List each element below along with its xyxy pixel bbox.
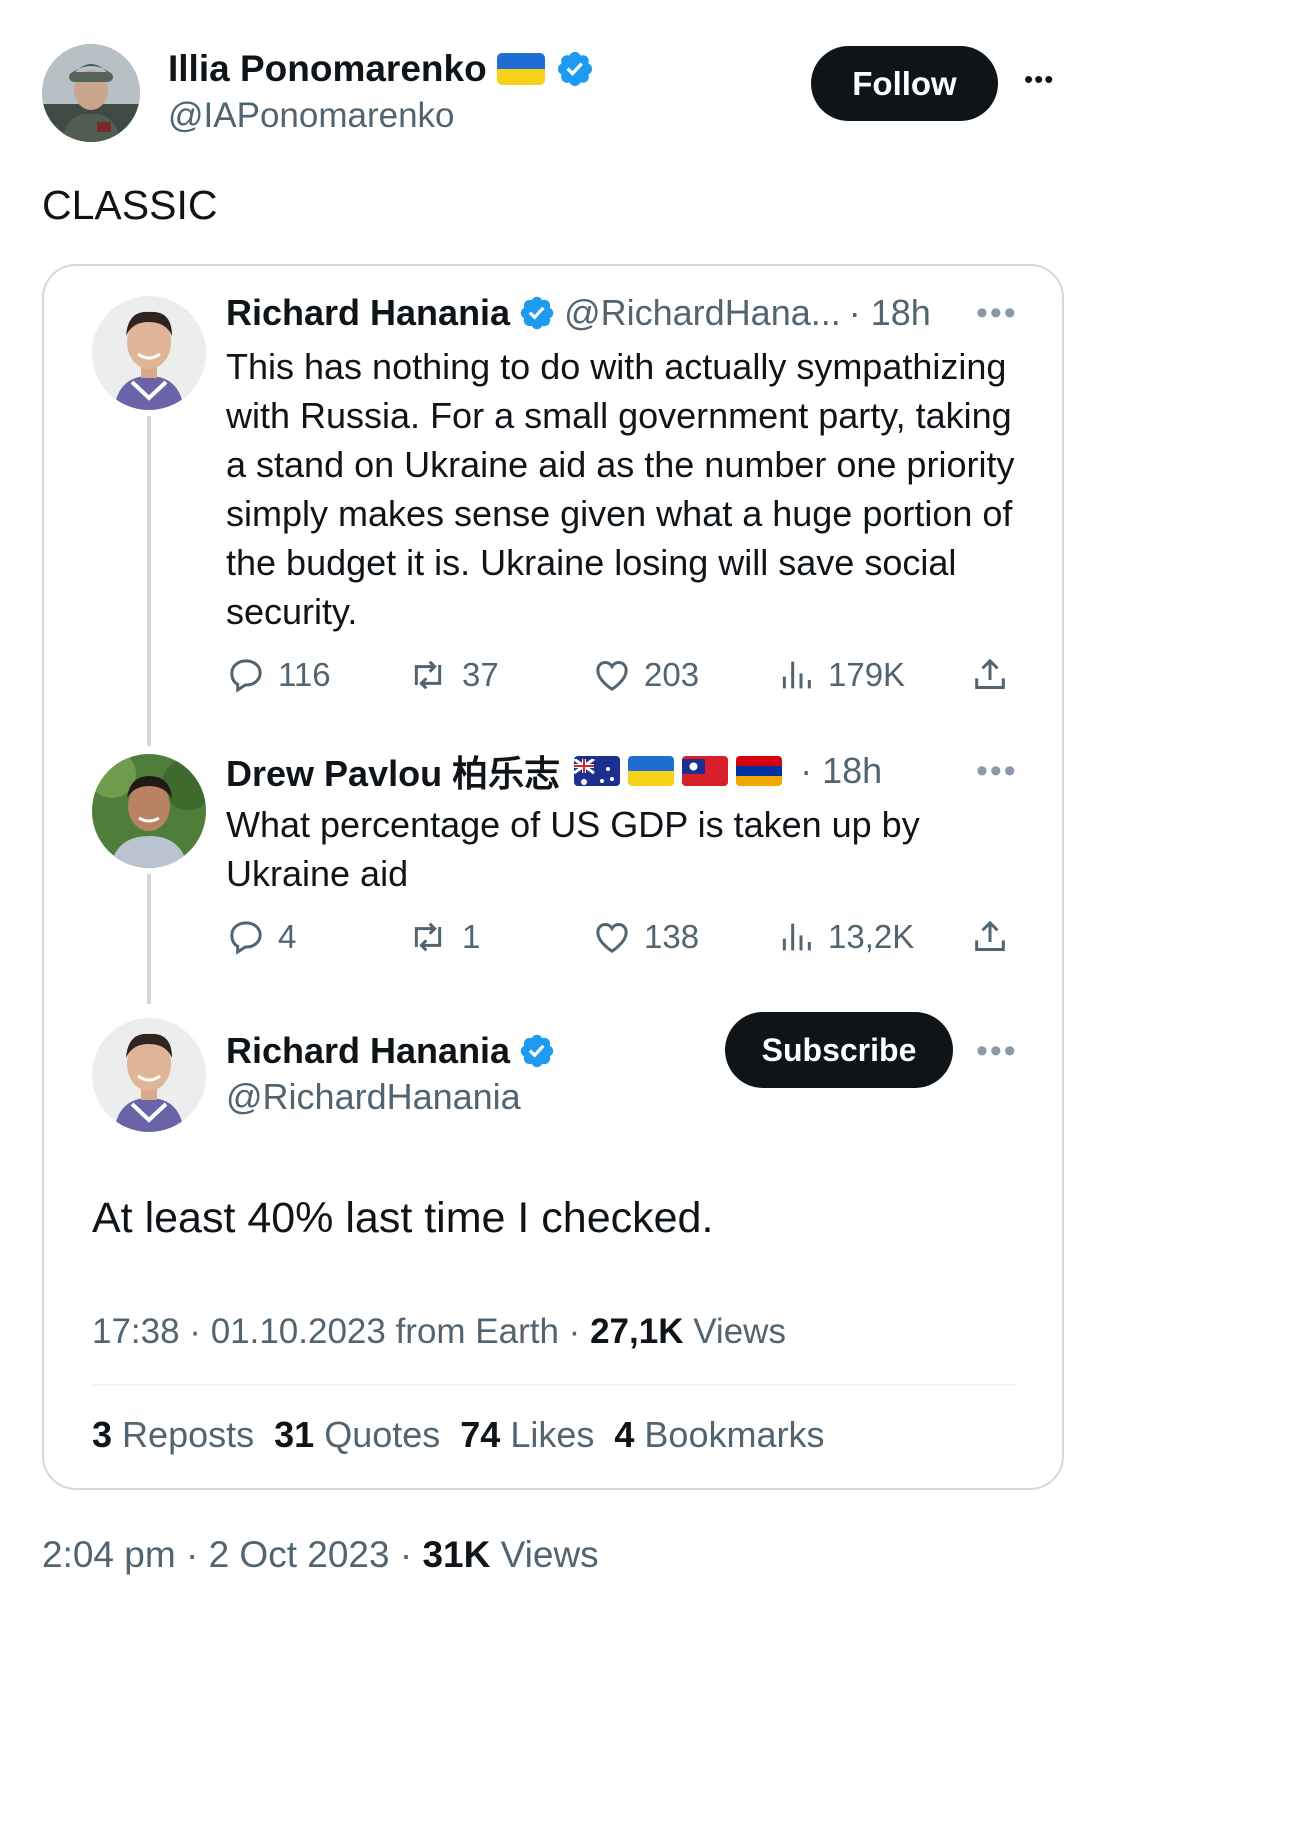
likes-label: Likes (510, 1414, 595, 1455)
thread-line (147, 874, 151, 1004)
reply-icon (230, 921, 262, 955)
verified-badge-icon (557, 51, 592, 87)
t2-actions: 4 1 138 13,2K (226, 912, 1016, 962)
quotes-stat[interactable]: 31 Quotes (274, 1414, 440, 1456)
ukraine-flag-icon (496, 53, 545, 85)
armenia-flag-icon (736, 756, 783, 786)
like-button[interactable]: 203 (592, 655, 699, 695)
like-count: 203 (644, 656, 700, 693)
repost-icon (414, 922, 442, 952)
t3-name[interactable]: Richard Hanania (226, 1030, 510, 1072)
pavlou-avatar[interactable] (92, 754, 206, 868)
t1-time[interactable]: · 18h (849, 292, 931, 334)
author-display-name[interactable]: Illia Ponomarenko (168, 48, 487, 90)
taiwan-flag-icon (682, 756, 729, 786)
subscribe-button[interactable]: Subscribe (725, 1012, 953, 1088)
author-name-row: Illia Ponomarenko (168, 44, 595, 94)
hanania-avatar-image (92, 1018, 206, 1132)
verified-badge-icon (520, 1034, 554, 1068)
views-count: 179K (828, 656, 906, 693)
bookmarks-stat[interactable]: 4 Bookmarks (614, 1414, 824, 1456)
t1-text: This has nothing to do with actually sym… (226, 346, 1015, 632)
repost-button[interactable]: 37 (406, 655, 499, 695)
reply-count: 4 (278, 918, 297, 955)
pavlou-avatar-image (92, 754, 206, 868)
like-icon (596, 922, 628, 953)
t3-views-label: Views (693, 1312, 786, 1351)
t3-timestamp[interactable]: 17:38 · 01.10.2023 from Earth · (92, 1312, 580, 1351)
reply-count: 116 (278, 656, 331, 693)
t3-header: Richard Hanania (226, 1028, 556, 1074)
t3-text: At least 40% last time I checked. (92, 1194, 714, 1242)
t2-time[interactable]: · 18h (800, 750, 882, 792)
hanania-avatar[interactable] (92, 296, 206, 410)
views-button[interactable]: 179K (776, 655, 905, 695)
ukraine-flag-icon (628, 756, 675, 786)
share-button[interactable] (970, 917, 1010, 957)
views-icon (782, 923, 811, 951)
repost-button[interactable]: 1 (406, 917, 480, 957)
reposts-num: 3 (92, 1414, 113, 1455)
repost-icon (414, 660, 442, 690)
thread-line (147, 416, 151, 746)
tweet-text: CLASSIC (42, 182, 218, 228)
reposts-stat[interactable]: 3 Reposts (92, 1414, 254, 1456)
flags (574, 756, 790, 786)
quotes-label: Quotes (324, 1414, 441, 1455)
share-icon (975, 920, 1005, 951)
australia-flag-icon (574, 756, 621, 786)
reply-button[interactable]: 116 (226, 655, 331, 695)
t1-actions: 116 37 203 179K (226, 650, 1016, 700)
likes-num: 74 (460, 1414, 501, 1455)
views-icon (782, 661, 811, 689)
likes-stat[interactable]: 74 Likes (460, 1414, 594, 1456)
share-icon (975, 658, 1005, 689)
like-count: 138 (644, 918, 700, 955)
bookmarks-label: Bookmarks (644, 1414, 825, 1455)
quotes-num: 31 (274, 1414, 315, 1455)
repost-count: 37 (462, 656, 499, 693)
quoted-tweet-card[interactable]: Richard Hanania @RichardHana... · 18h ••… (42, 264, 1064, 1490)
t2-text: What percentage of US GDP is taken up by… (226, 804, 920, 894)
hanania-avatar-image (92, 296, 206, 410)
tweet-timestamp[interactable]: 2:04 pm · 2 Oct 2023 · (42, 1534, 412, 1575)
t2-name[interactable]: Drew Pavlou 柏乐志 (226, 745, 560, 797)
more-icon[interactable]: ••• (976, 752, 1018, 791)
hanania-avatar[interactable] (92, 1018, 206, 1132)
repost-count: 1 (462, 918, 481, 955)
follow-button[interactable]: Follow (811, 46, 998, 121)
reply-icon (230, 659, 262, 693)
verified-badge-icon (520, 296, 554, 330)
author-avatar[interactable] (42, 44, 140, 142)
t3-views-num: 27,1K (590, 1312, 684, 1351)
tweet-views-num: 31K (422, 1534, 491, 1575)
t1-handle[interactable]: @RichardHana... (564, 292, 841, 334)
share-button[interactable] (970, 655, 1010, 695)
t2-header: Drew Pavlou 柏乐志 · 18h (226, 748, 882, 794)
tweet-views-label: Views (500, 1534, 599, 1575)
reply-button[interactable]: 4 (226, 917, 296, 957)
author-avatar-image (42, 44, 140, 142)
more-icon[interactable]: ••• (976, 1032, 1018, 1071)
tweet-meta: 2:04 pm · 2 Oct 2023 · 31K Views (42, 1534, 599, 1576)
bookmarks-num: 4 (614, 1414, 635, 1455)
reposts-label: Reposts (122, 1414, 255, 1455)
like-button[interactable]: 138 (592, 917, 699, 957)
more-icon[interactable]: ••• (976, 294, 1018, 333)
t3-engagement: 3 Reposts 31 Quotes 74 Likes 4 Bookmarks (92, 1414, 824, 1456)
t1-name[interactable]: Richard Hanania (226, 292, 510, 334)
more-icon[interactable]: ••• (1024, 64, 1054, 95)
author-handle[interactable]: @IAPonomarenko (168, 96, 455, 136)
views-button[interactable]: 13,2K (776, 917, 914, 957)
views-count: 13,2K (828, 918, 915, 955)
t3-handle[interactable]: @RichardHanania (226, 1076, 521, 1118)
like-icon (596, 660, 628, 691)
t1-header: Richard Hanania @RichardHana... · 18h (226, 290, 931, 336)
t3-meta: 17:38 · 01.10.2023 from Earth · 27,1K Vi… (92, 1312, 786, 1352)
divider (92, 1384, 1016, 1386)
